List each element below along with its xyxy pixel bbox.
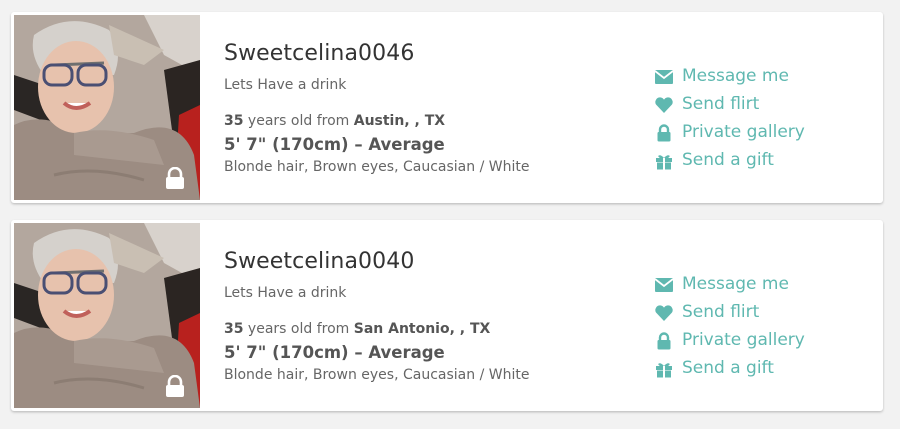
age-location: 35 years old from Austin, , TX	[224, 113, 445, 129]
profile-card: Sweetcelina0040 Lets Have a drink 35 yea…	[11, 220, 883, 411]
gift-icon	[656, 363, 672, 378]
profile-card: Sweetcelina0046 Lets Have a drink 35 yea…	[11, 12, 883, 203]
username[interactable]: Sweetcelina0046	[224, 41, 414, 66]
lock-icon	[657, 124, 671, 142]
send-gift-label: Send a gift	[682, 358, 774, 378]
age-location: 35 years old from San Antonio, , TX	[224, 321, 490, 337]
private-gallery-label: Private gallery	[682, 330, 805, 350]
tagline: Lets Have a drink	[224, 285, 347, 301]
profile-photo[interactable]	[14, 223, 200, 408]
appearance-details: Blonde hair, Brown eyes, Caucasian / Whi…	[224, 159, 530, 175]
heart-icon	[655, 97, 673, 113]
age-value: 35	[224, 321, 244, 337]
send-gift-label: Send a gift	[682, 150, 774, 170]
lock-icon	[657, 332, 671, 350]
locked-photo-icon	[166, 375, 184, 397]
location: Austin, , TX	[353, 113, 446, 129]
heart-icon	[655, 305, 673, 321]
message-me-label: Message me	[682, 274, 789, 294]
height: 5' 7" (170cm) – Average	[224, 343, 445, 362]
gift-icon	[656, 155, 672, 170]
envelope-icon	[654, 278, 674, 292]
locked-photo-icon	[166, 167, 184, 189]
age-text: years old from	[243, 321, 354, 337]
username[interactable]: Sweetcelina0040	[224, 249, 414, 274]
tagline: Lets Have a drink	[224, 77, 347, 93]
location: San Antonio, , TX	[353, 321, 491, 337]
profile-photo[interactable]	[14, 15, 200, 200]
age-text: years old from	[243, 113, 354, 129]
send-flirt-label: Send flirt	[682, 302, 760, 322]
envelope-icon	[654, 70, 674, 84]
age-value: 35	[224, 113, 244, 129]
appearance-details: Blonde hair, Brown eyes, Caucasian / Whi…	[224, 367, 530, 383]
private-gallery-label: Private gallery	[682, 122, 805, 142]
message-me-label: Message me	[682, 66, 789, 86]
send-flirt-label: Send flirt	[682, 94, 760, 114]
height: 5' 7" (170cm) – Average	[224, 135, 445, 154]
